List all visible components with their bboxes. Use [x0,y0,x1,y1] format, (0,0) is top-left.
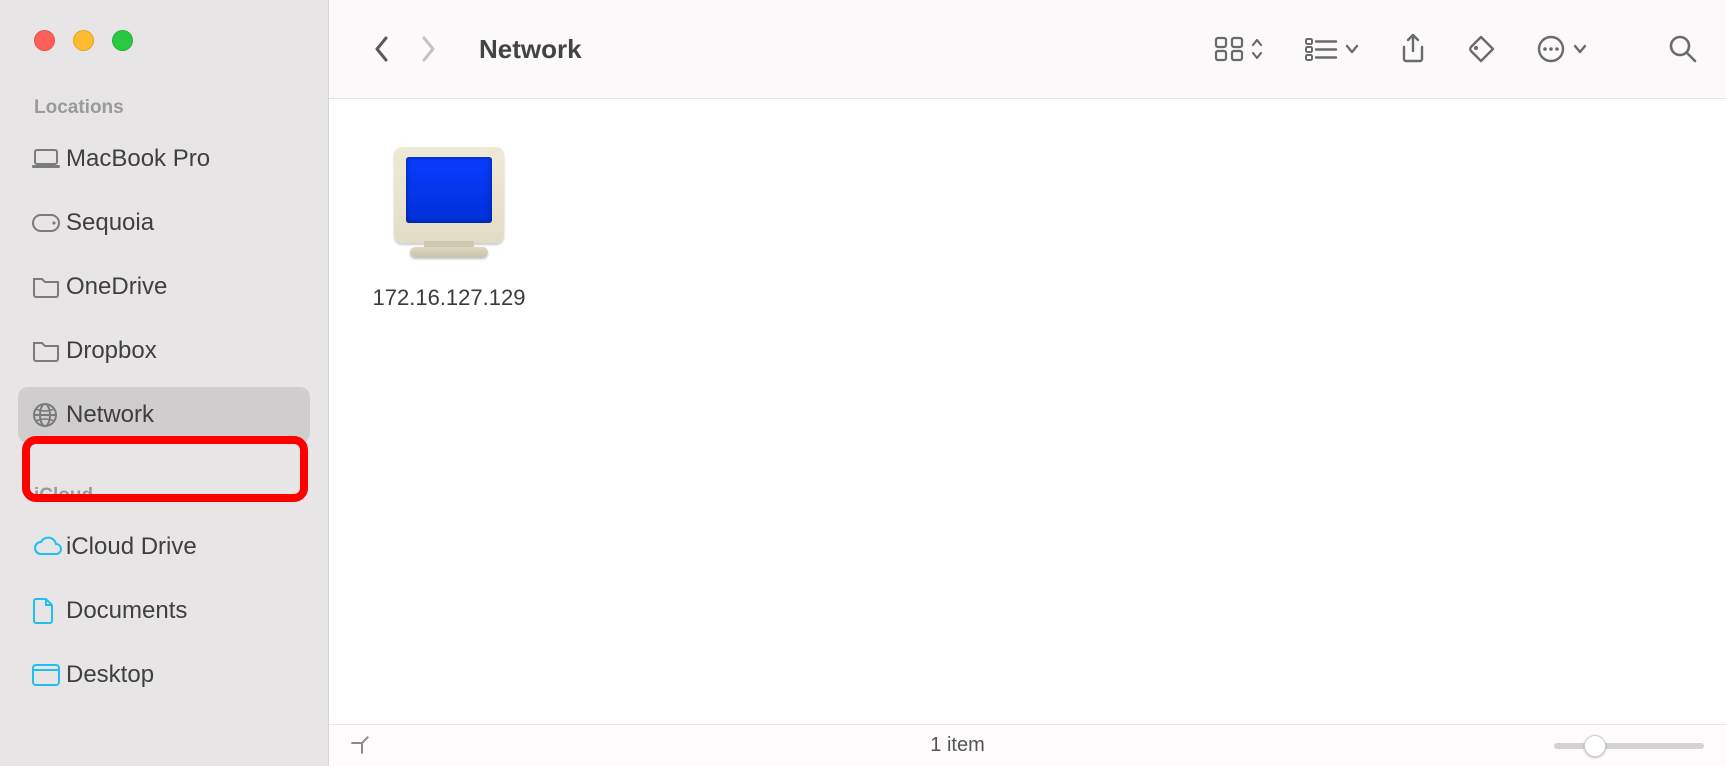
group-icon [1304,36,1338,62]
disk-icon [32,214,66,232]
icon-size-slider[interactable] [1554,743,1704,749]
path-button[interactable] [351,732,373,760]
sidebar-item-desktop[interactable]: Desktop [18,647,310,703]
sidebar: Locations MacBook Pro Sequoia OneDrive D… [0,0,329,766]
tag-icon [1466,34,1496,64]
status-item-count: 1 item [381,734,1534,757]
group-by-button[interactable] [1304,36,1360,62]
content-area[interactable]: 172.16.127.129 [329,99,1726,724]
search-icon [1668,34,1698,64]
cloud-icon [32,536,66,558]
grid-icon [1214,36,1244,62]
tags-button[interactable] [1466,34,1496,64]
laptop-icon [32,149,66,169]
back-button[interactable] [359,34,405,64]
window-title: Network [479,34,582,65]
status-bar: 1 item [329,724,1726,766]
search-button[interactable] [1668,34,1698,64]
document-icon [32,597,66,625]
sidebar-item-macbook-pro[interactable]: MacBook Pro [18,131,310,187]
sidebar-item-dropbox[interactable]: Dropbox [18,323,310,379]
close-window-button[interactable] [34,30,55,51]
sidebar-section-icloud-label: iCloud [0,447,328,515]
sidebar-item-label: Network [66,401,154,429]
sidebar-item-label: Sequoia [66,209,154,237]
zoom-window-button[interactable] [112,30,133,51]
sidebar-item-label: MacBook Pro [66,145,210,173]
share-icon [1400,33,1426,65]
sidebar-section-locations-label: Locations [0,51,328,127]
desktop-icon [32,664,66,686]
sidebar-item-label: Documents [66,597,187,625]
sidebar-item-documents[interactable]: Documents [18,583,310,639]
sidebar-item-label: Desktop [66,661,154,689]
sidebar-item-label: iCloud Drive [66,533,197,561]
network-computer-item[interactable]: 172.16.127.129 [359,147,539,311]
action-menu-button[interactable] [1536,34,1588,64]
updown-caret-icon [1250,36,1264,62]
sidebar-item-network[interactable]: Network [18,387,310,443]
slider-thumb[interactable] [1584,735,1606,757]
toolbar: Network [329,0,1726,99]
ellipsis-circle-icon [1536,34,1566,64]
file-item-label: 172.16.127.129 [373,285,526,311]
sidebar-item-label: OneDrive [66,273,167,301]
forward-button[interactable] [405,34,451,64]
window-controls [0,4,328,51]
share-button[interactable] [1400,33,1426,65]
view-icons-button[interactable] [1214,36,1264,62]
sidebar-item-label: Dropbox [66,337,157,365]
folder-icon [32,340,66,362]
chevron-down-icon [1572,43,1588,55]
minimize-window-button[interactable] [73,30,94,51]
sidebar-item-icloud-drive[interactable]: iCloud Drive [18,519,310,575]
computer-icon [390,147,508,263]
main-area: Network [329,0,1726,766]
globe-icon [32,402,66,428]
sidebar-item-onedrive[interactable]: OneDrive [18,259,310,315]
folder-icon [32,276,66,298]
chevron-down-icon [1344,43,1360,55]
sidebar-item-sequoia[interactable]: Sequoia [18,195,310,251]
